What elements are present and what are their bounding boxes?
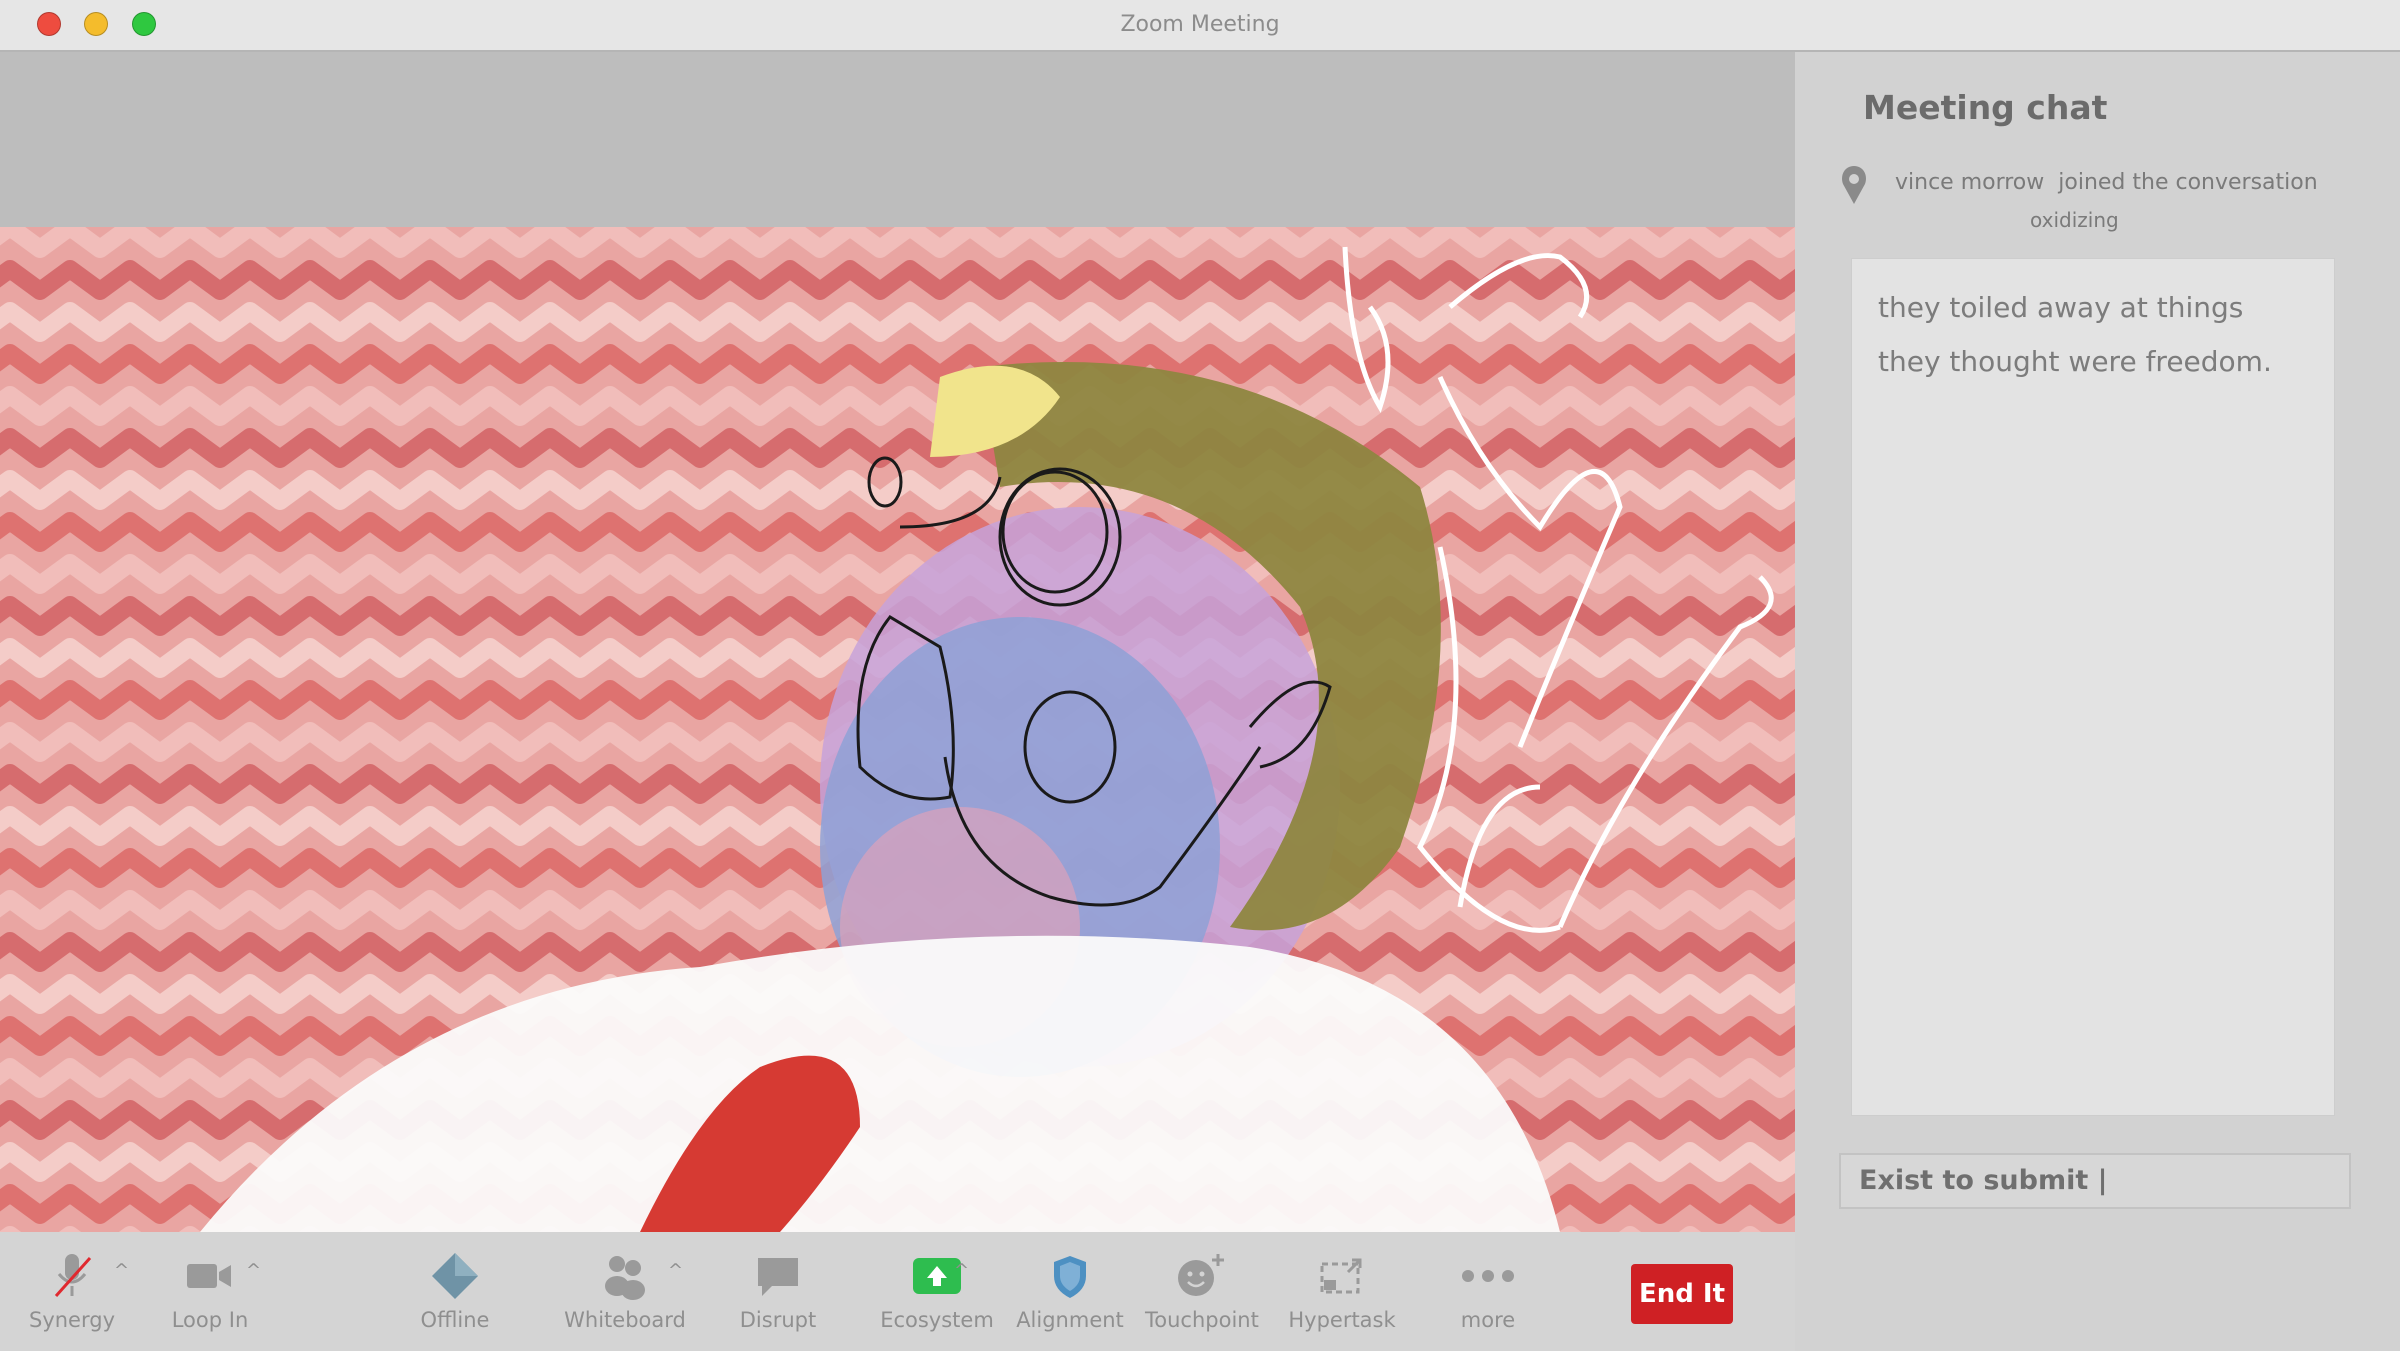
video-header-area	[0, 52, 1795, 227]
alignment-label: Alignment	[1016, 1308, 1124, 1332]
offline-label: Offline	[420, 1308, 490, 1332]
chat-bubble-icon	[728, 1250, 828, 1302]
join-subtext: oxidizing	[2030, 208, 2119, 232]
disrupt-button[interactable]: Disrupt	[728, 1250, 828, 1332]
end-meeting-button[interactable]: End It	[1631, 1264, 1733, 1324]
whiteboard-label: Whiteboard	[564, 1308, 686, 1332]
user-pin-icon	[1839, 164, 1869, 212]
more-button[interactable]: more	[1438, 1250, 1538, 1332]
title-bar: Zoom Meeting	[0, 0, 2400, 52]
whiteboard-options-caret-icon[interactable]: ^	[668, 1260, 683, 1281]
chat-sidebar: Meeting chat vince morrow joined the conv…	[1795, 52, 2400, 1351]
video-feed	[0, 227, 1795, 1232]
ecosystem-label: Ecosystem	[880, 1308, 994, 1332]
shield-icon	[1015, 1250, 1125, 1302]
muted-mic-icon	[22, 1250, 122, 1302]
join-text: joined the conversation	[2058, 170, 2318, 195]
synergy-options-caret-icon[interactable]: ^	[114, 1260, 129, 1281]
breakout-icon	[1282, 1250, 1402, 1302]
alignment-button[interactable]: Alignment	[1015, 1250, 1125, 1332]
synergy-button[interactable]: Synergy	[22, 1250, 122, 1332]
ecosystem-options-caret-icon[interactable]: ^	[954, 1260, 969, 1281]
chat-messages: they toiled away at things they thought …	[1851, 258, 2335, 1116]
smiley-plus-icon	[1145, 1250, 1255, 1302]
more-dots-icon	[1438, 1250, 1538, 1302]
loop-in-label: Loop In	[171, 1308, 249, 1332]
touchpoint-label: Touchpoint	[1145, 1308, 1259, 1332]
chat-message-line: they toiled away at things	[1878, 291, 2244, 324]
ecosystem-button[interactable]: Ecosystem	[872, 1250, 1002, 1332]
chat-input-text: Exist to submit |	[1859, 1165, 2108, 1196]
chat-message: they toiled away at things they thought …	[1878, 281, 2334, 389]
hypertask-label: Hypertask	[1288, 1308, 1396, 1332]
join-notice: vince morrow joined the conversation	[1895, 170, 2332, 195]
chat-input[interactable]: Exist to submit |	[1839, 1153, 2351, 1209]
chat-message-line: they thought were freedom.	[1878, 345, 2272, 378]
share-screen-icon	[872, 1250, 1002, 1302]
offline-button[interactable]: Offline	[405, 1250, 505, 1332]
painted-portrait-image	[0, 227, 1795, 1232]
synergy-label: Synergy	[28, 1308, 115, 1332]
meeting-toolbar: Synergy ^ Loop In ^ Offline Whiteboard ^…	[0, 1232, 1795, 1351]
touchpoint-button[interactable]: Touchpoint	[1145, 1250, 1259, 1332]
loop-in-button[interactable]: Loop In	[160, 1250, 260, 1332]
more-label: more	[1460, 1308, 1516, 1332]
diamond-icon	[405, 1250, 505, 1302]
disrupt-label: Disrupt	[739, 1308, 817, 1332]
window-title: Zoom Meeting	[1120, 12, 1280, 37]
video-camera-icon	[160, 1250, 260, 1302]
hypertask-button[interactable]: Hypertask	[1282, 1250, 1402, 1332]
join-user: vince morrow	[1895, 170, 2045, 195]
chat-heading: Meeting chat	[1863, 88, 2108, 127]
loop-in-options-caret-icon[interactable]: ^	[246, 1260, 261, 1281]
